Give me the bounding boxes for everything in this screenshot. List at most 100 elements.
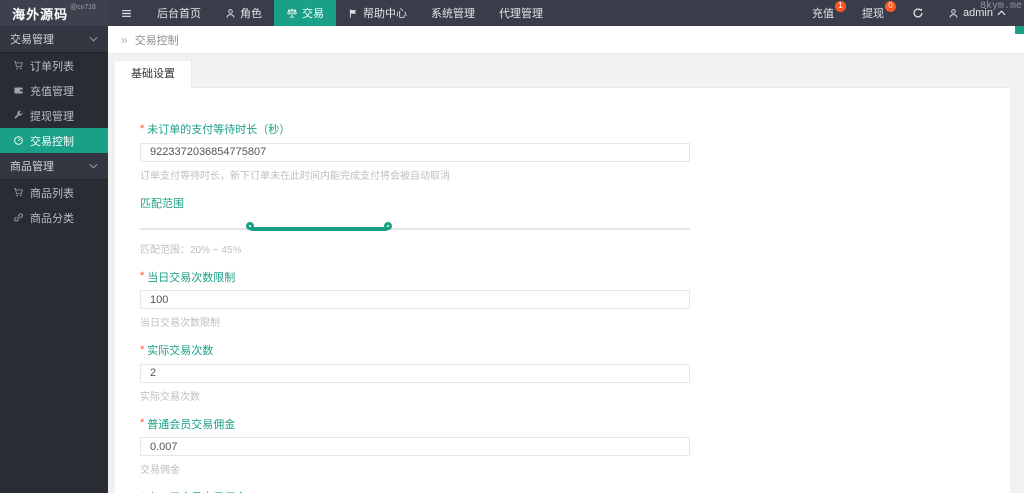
slider-range (250, 226, 388, 231)
sidebar-group-header[interactable]: 交易管理 (0, 26, 108, 53)
nav-item-label: 系统管理 (431, 8, 475, 20)
field-input[interactable] (140, 290, 690, 309)
app-logo[interactable]: 海外源码 @cv718 (0, 0, 108, 26)
form-field: 匹配范围匹配范围：20% ~ 45% (140, 195, 985, 256)
sidebar-item[interactable]: 订单列表 (0, 53, 108, 78)
settings-card: 基础设置 *未订单的支付等待时长（秒）订单支付等待时长，新下订单未在此时间内能完… (115, 61, 1010, 493)
quick-action[interactable]: 充值 1 (800, 0, 850, 26)
form-field: *当日交易次数限制当日交易次数限制 (140, 269, 985, 329)
nav-item[interactable]: 代理管理 (487, 0, 555, 26)
nav-item[interactable]: 交易 (274, 0, 336, 26)
breadcrumb-label: 交易控制 (134, 34, 179, 47)
notification-badge: 1 (835, 1, 847, 12)
sidebar-group-label: 交易管理 (10, 34, 54, 46)
sidebar-item[interactable]: 商品列表 (0, 180, 108, 205)
sidebar: 交易管理订单列表充值管理提现管理交易控制商品管理商品列表商品分类 (0, 26, 108, 493)
field-help: 订单支付等待时长，新下订单未在此时间内能完成支付将会被自动取消 (140, 170, 450, 182)
app-version-badge: @cv718 (70, 4, 96, 11)
field-label: 实际交易次数 (147, 345, 214, 357)
sidebar-item[interactable]: 充值管理 (0, 78, 108, 103)
field-label: 普通会员交易佣金 (147, 418, 236, 431)
topbar: 海外源码 @cv718 后台首页 角色 交易 帮助中心 系统管理 代理管理 充值 1 提现 0 … (0, 0, 1024, 26)
required-asterisk: * (140, 122, 145, 135)
wrench-icon (13, 110, 24, 121)
cart-icon (13, 60, 24, 71)
flag-icon (348, 8, 359, 19)
field-input[interactable] (140, 363, 690, 383)
sidebar-item-label: 商品分类 (30, 212, 74, 225)
field-label-row: * 未订单的支付等待时长（秒） (140, 121, 985, 137)
field-label: 上一级会员交易佣金 (147, 489, 246, 493)
sidebar-item-label: 商品列表 (30, 187, 74, 200)
field-label-row: * 普通会员交易佣金 (140, 416, 985, 432)
field-help: 实际交易次数 (140, 391, 200, 403)
chevron-down-icon (89, 36, 98, 42)
gauge-icon (13, 135, 24, 146)
refresh-button[interactable] (900, 0, 936, 26)
breadcrumb: » 交易控制 (108, 26, 1024, 54)
sidebar-item-label: 提现管理 (30, 110, 74, 123)
cart-icon (13, 187, 24, 198)
form-field: *实际交易次数实际交易次数 (140, 342, 985, 403)
quick-action[interactable]: 提现 0 (850, 0, 900, 26)
app-title: 海外源码 (12, 6, 69, 22)
nav-item[interactable]: 角色 (213, 0, 274, 26)
field-label-row: * 实际交易次数 (140, 342, 985, 358)
field-help: 交易佣金 (140, 465, 180, 476)
form-field: *普通会员交易佣金交易佣金 (140, 416, 985, 476)
quick-actions: 充值 1 提现 0 (800, 0, 900, 26)
required-asterisk: * (140, 417, 145, 429)
field-label: 匹配范围 (140, 197, 184, 210)
nav-item-label: 交易 (302, 8, 324, 20)
nav-item-label: 代理管理 (499, 8, 543, 20)
user-icon (948, 8, 959, 19)
chevron-down-icon (89, 163, 98, 169)
nav-item[interactable]: 系统管理 (419, 0, 487, 26)
field-input[interactable] (140, 437, 690, 456)
slider-handle-max[interactable] (383, 221, 392, 230)
person-icon (225, 8, 236, 19)
nav-item[interactable]: 后台首页 (145, 0, 213, 26)
sidebar-item[interactable]: 提现管理 (0, 103, 108, 128)
required-asterisk: * (140, 343, 145, 356)
range-slider[interactable] (140, 221, 690, 236)
field-help: 匹配范围：20% ~ 45% (140, 244, 242, 256)
field-label: 当日交易次数限制 (147, 271, 236, 284)
slider-track (140, 227, 690, 230)
sidebar-item-label: 订单列表 (30, 60, 74, 73)
sidebar-group-header[interactable]: 商品管理 (0, 153, 108, 180)
menu-toggle-button[interactable] (108, 0, 145, 26)
nav-item-label: 帮助中心 (363, 8, 407, 20)
field-input[interactable] (140, 142, 690, 162)
nav-item[interactable]: 帮助中心 (336, 0, 419, 26)
quick-action-label: 提现 (862, 8, 885, 20)
corner-accent (1015, 26, 1024, 34)
field-label-row: * 当日交易次数限制 (140, 269, 985, 285)
breadcrumb-icon: » (121, 32, 128, 47)
field-label-row: *上一级会员交易佣金 (140, 489, 985, 493)
tab-basic-settings[interactable]: 基础设置 (115, 61, 192, 88)
main-content: » 交易控制 基础设置 *未订单的支付等待时长（秒）订单支付等待时长，新下订单未… (108, 26, 1024, 493)
menu-icon (120, 7, 133, 20)
form-field: *未订单的支付等待时长（秒） 订单支付等待时长，新下订单未在此时间内能完成支付将会… (140, 121, 985, 182)
link-icon (13, 212, 24, 223)
sidebar-item-label: 交易控制 (30, 135, 74, 148)
field-help: 当日交易次数限制 (140, 318, 220, 329)
sidebar-item[interactable]: 交易控制 (0, 128, 108, 153)
watermark: 8kym.me (979, 1, 1022, 12)
sidebar-item[interactable]: 商品分类 (0, 205, 108, 230)
field-label-row: 匹配范围 (140, 195, 985, 211)
quick-action-label: 充值 (812, 8, 835, 20)
notification-badge: 0 (885, 1, 897, 12)
refresh-icon (912, 7, 924, 19)
scale-icon (286, 7, 298, 19)
wallet-icon (13, 85, 24, 96)
field-label: 未订单的支付等待时长（秒） (147, 124, 291, 136)
sidebar-item-label: 充值管理 (30, 85, 74, 98)
nav-item-label: 角色 (240, 8, 262, 20)
nav-item-label: 后台首页 (157, 8, 201, 20)
topbar-nav: 后台首页 角色 交易 帮助中心 系统管理 代理管理 (145, 0, 555, 26)
settings-form: *未订单的支付等待时长（秒）订单支付等待时长，新下订单未在此时间内能完成支付将会… (115, 88, 1010, 493)
form-field: *上一级会员交易佣金交易佣金 (140, 489, 985, 493)
slider-handle-min[interactable] (246, 221, 254, 230)
